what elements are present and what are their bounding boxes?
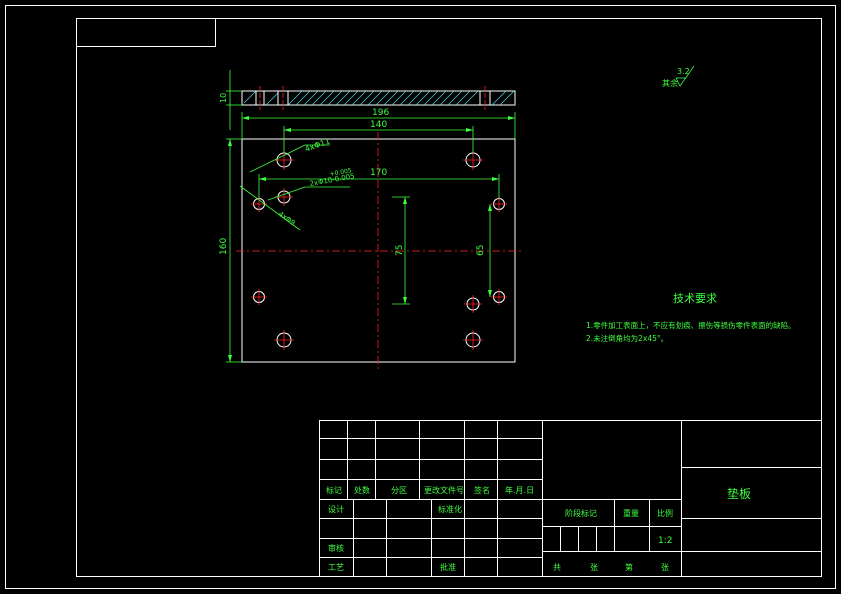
tb-review: 审核 — [328, 543, 344, 553]
tb-scale-value: 1:2 — [658, 536, 672, 546]
cad-drawing: 196 140 170 160 10 75 65 4xΦ11 2xΦ10-0.0… — [5, 5, 836, 589]
tb-sheets-total: 共 — [553, 563, 561, 572]
tb-label-signature: 签名 — [474, 485, 490, 495]
tb-label-change-doc: 更改文件号 — [424, 485, 464, 495]
tb-standardize: 标准化 — [438, 504, 462, 514]
tech-requirements-title: 技术要求 — [673, 292, 717, 305]
tb-sheets-label: 张 — [590, 563, 598, 572]
dim-height: 160 — [219, 238, 229, 255]
roughness-note: 其余 — [662, 78, 678, 88]
tb-design: 设计 — [328, 504, 344, 514]
tb-sheet-no: 第 — [625, 562, 633, 572]
tb-label-mark: 标记 — [326, 485, 342, 495]
roughness-value: 3.2 — [677, 67, 690, 76]
holes — [253, 152, 505, 348]
tb-scale: 比例 — [657, 508, 673, 518]
hole-crosshairs — [251, 150, 507, 350]
dim-overall-width: 196 — [372, 108, 389, 118]
tb-stage-mark: 阶段标记 — [565, 508, 597, 518]
dim-vertical-75: 75 — [395, 245, 405, 256]
part-name: 垫板 — [727, 486, 751, 501]
tb-label-date: 年.月.日 — [505, 485, 534, 495]
tech-requirement-2: 2.未注倒角均为2x45°。 — [586, 333, 668, 343]
tb-label-zone: 分区 — [391, 486, 407, 495]
tb-process: 工艺 — [328, 563, 344, 572]
tb-label-count: 处数 — [354, 485, 370, 495]
dim-hole-span-top: 140 — [370, 120, 387, 130]
tb-weight: 重量 — [623, 508, 639, 518]
tb-sheet-label: 张 — [661, 563, 669, 572]
hole-note-9: 4xΦ9 — [277, 210, 297, 227]
dimension-lines — [226, 112, 516, 363]
code-box — [76, 18, 216, 47]
section-hatch — [243, 90, 515, 106]
dim-thickness: 10 — [219, 93, 228, 103]
tb-approve: 批准 — [440, 562, 456, 572]
dim-vertical-65: 65 — [476, 245, 486, 256]
plan-view — [226, 112, 522, 369]
dim-hole-span-mid: 170 — [370, 168, 387, 178]
tech-requirement-1: 1.零件加工表面上，不应有划痕、擦伤等损伤零件表面的缺陷。 — [586, 320, 796, 330]
